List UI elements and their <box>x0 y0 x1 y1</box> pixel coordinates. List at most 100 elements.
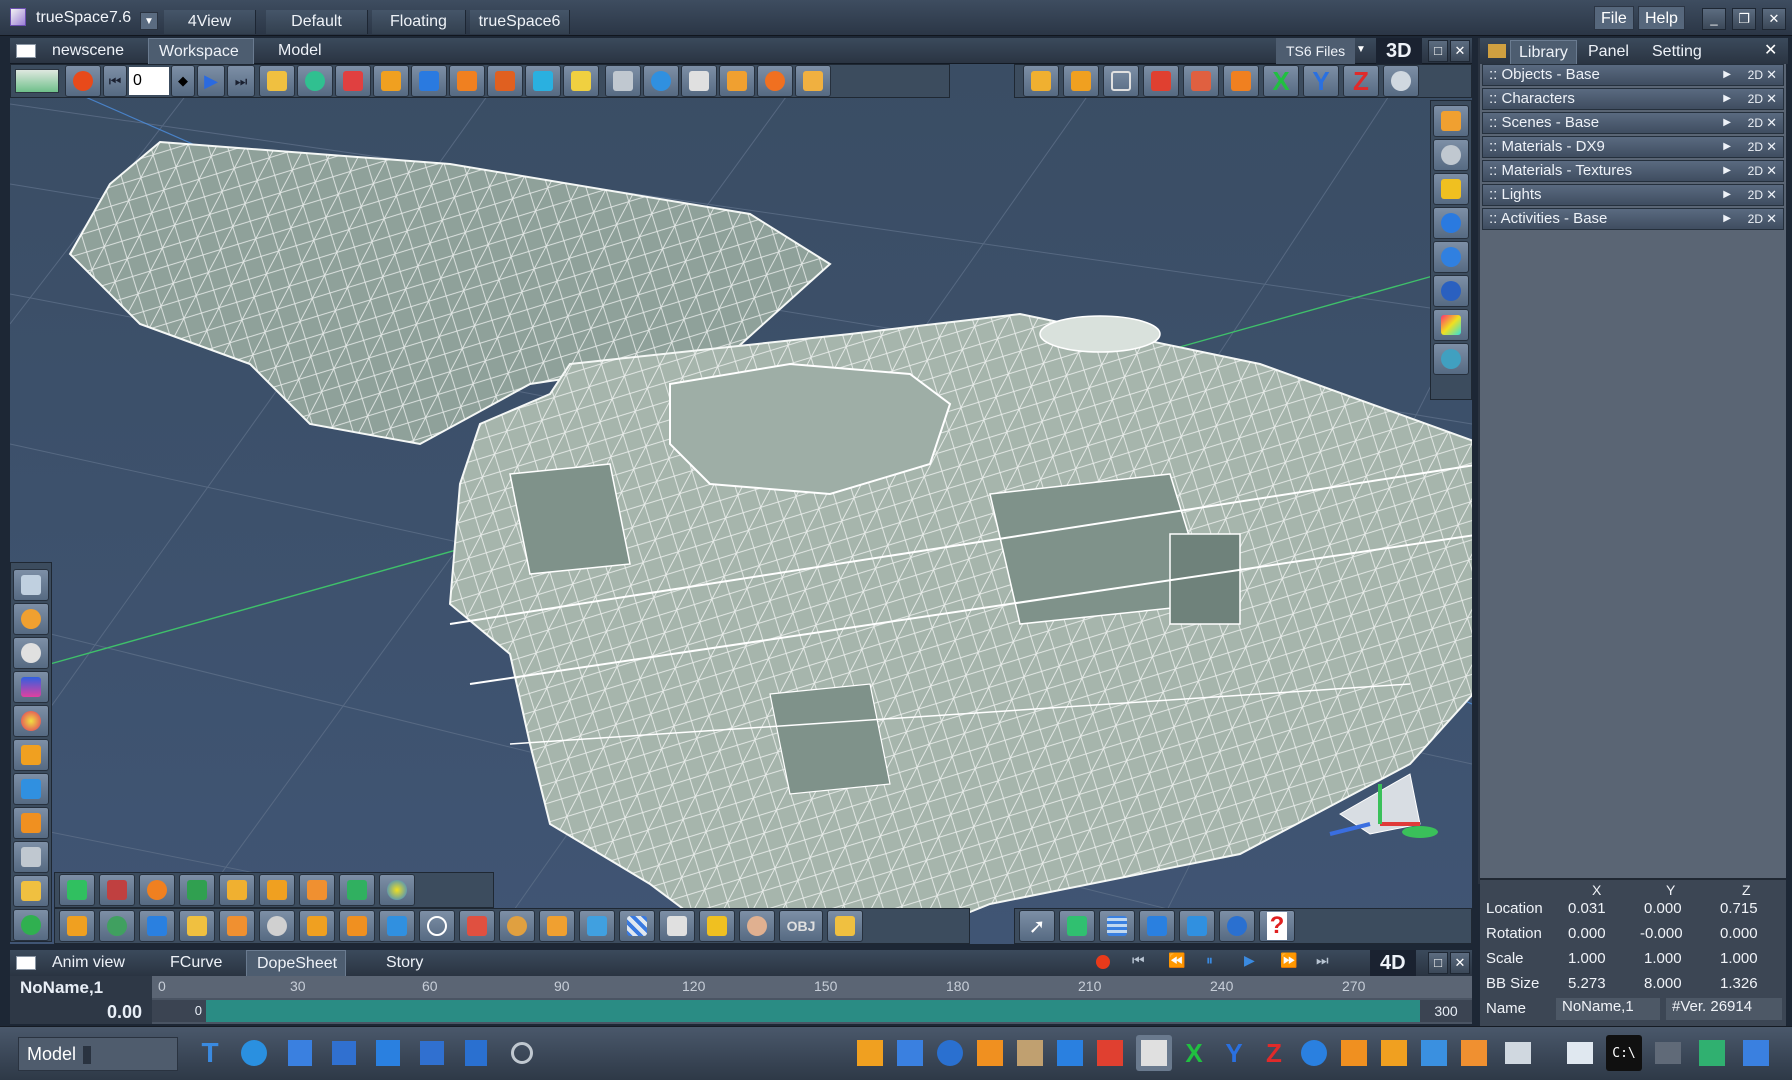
library-item-materials-textures[interactable]: :: Materials - Textures ▶ 2D ✕ <box>1482 160 1784 182</box>
layers-icon[interactable] <box>259 65 295 97</box>
step-back-button[interactable]: ⏮ <box>103 65 127 97</box>
mode-selector[interactable]: Model <box>18 1037 178 1071</box>
render-icon[interactable] <box>449 65 485 97</box>
tab-floating[interactable]: Floating <box>372 10 466 34</box>
primitives-icon[interactable] <box>13 773 49 805</box>
open-box-icon[interactable] <box>219 874 255 906</box>
timeline[interactable]: NoName,1 0.00 0 30 60 90 120 150 180 210… <box>10 976 1472 1024</box>
step-forward-button[interactable]: ⏭ <box>227 65 255 97</box>
color-palette-icon[interactable] <box>1433 309 1469 341</box>
globe-icon[interactable] <box>1433 241 1469 273</box>
eye-icon[interactable] <box>259 910 295 942</box>
location-y[interactable]: 0.000 <box>1644 900 1682 917</box>
expand-arrow-icon[interactable]: ▶ <box>1723 65 1731 85</box>
window-icon[interactable] <box>1562 1035 1598 1071</box>
3d-viewport[interactable]: ⏮ 0 ◆ ▶ ⏭ X Y Z OBJ ➚ ? <box>10 64 1472 944</box>
scale-y[interactable]: 1.000 <box>1644 950 1682 967</box>
molecule-icon[interactable] <box>13 637 49 669</box>
tab-dopesheet[interactable]: DopeSheet <box>246 950 346 976</box>
drop-icon[interactable] <box>1139 910 1175 942</box>
tab-model[interactable]: Model <box>268 38 332 64</box>
expand-arrow-icon[interactable]: ▶ <box>1723 137 1731 157</box>
help-question-icon[interactable]: ? <box>1259 910 1295 942</box>
command-prompt-icon[interactable]: C:\ <box>1606 1035 1642 1071</box>
expand-arrow-icon[interactable]: ▶ <box>1723 89 1731 109</box>
texture-icon[interactable] <box>1456 1035 1492 1071</box>
flag-icon[interactable] <box>459 910 495 942</box>
close-icon[interactable]: ✕ <box>1766 113 1777 133</box>
range-bar[interactable] <box>206 1000 1420 1022</box>
location-z[interactable]: 0.715 <box>1720 900 1758 917</box>
tab-truespace6[interactable]: trueSpace6 <box>470 10 570 34</box>
mode-3d-label[interactable]: 3D <box>1376 38 1422 64</box>
z-axis-icon[interactable]: Z <box>1343 65 1379 97</box>
light-lib-icon[interactable] <box>1433 173 1469 205</box>
lasso-icon[interactable] <box>13 603 49 635</box>
gift-box-icon[interactable] <box>179 874 215 906</box>
ad-icon[interactable] <box>1433 207 1469 239</box>
figure-tool-icon[interactable] <box>1336 1035 1372 1071</box>
view-mode-toggle[interactable]: 2D <box>1748 89 1763 109</box>
monitor-icon[interactable] <box>1500 1035 1536 1071</box>
view-mode-toggle[interactable]: 2D <box>1748 137 1763 157</box>
x-axis-icon[interactable]: X <box>1263 65 1299 97</box>
library-item-objects-base[interactable]: :: Objects - Base ▶ 2D ✕ <box>1482 64 1784 86</box>
status-y-axis-icon[interactable]: Y <box>1216 1035 1252 1071</box>
home-icon[interactable] <box>1143 65 1179 97</box>
bucket-icon[interactable] <box>339 874 375 906</box>
skip-end-icon[interactable]: ⏭ <box>1316 952 1329 969</box>
chevron-down-icon[interactable]: ▼ <box>1356 44 1366 55</box>
package-icon[interactable] <box>13 739 49 771</box>
timeline-ruler[interactable]: 0 30 60 90 120 150 180 210 240 270 <box>152 976 1472 998</box>
obj-import-icon[interactable]: OBJ <box>779 910 823 942</box>
mu-icon[interactable] <box>699 910 735 942</box>
draw-icon[interactable] <box>379 910 415 942</box>
ts6-files-button[interactable]: TS6 Files <box>1276 38 1356 64</box>
help-menu[interactable]: Help <box>1638 6 1685 30</box>
cube-icon[interactable] <box>411 65 447 97</box>
tab-default[interactable]: Default <box>266 10 368 34</box>
home-green-icon[interactable] <box>1092 1035 1128 1071</box>
export-icon[interactable] <box>370 1035 406 1071</box>
tab-4view[interactable]: 4View <box>164 10 256 34</box>
library-item-scenes-base[interactable]: :: Scenes - Base ▶ 2D ✕ <box>1482 112 1784 134</box>
panel-icon[interactable] <box>1012 1035 1048 1071</box>
mode-4d-label[interactable]: 4D <box>1370 950 1416 976</box>
bend-icon[interactable] <box>1179 910 1215 942</box>
screen-icon[interactable] <box>1650 1035 1686 1071</box>
close-icon[interactable]: ✕ <box>1766 161 1777 181</box>
database-icon[interactable] <box>458 1035 494 1071</box>
library-item-lights[interactable]: :: Lights ▶ 2D ✕ <box>1482 184 1784 206</box>
view-mode-toggle[interactable]: 2D <box>1748 209 1763 229</box>
solid-box-icon[interactable] <box>1063 65 1099 97</box>
select-tool-icon[interactable] <box>15 69 59 93</box>
terrain-icon[interactable] <box>1433 343 1469 375</box>
move-tool-icon[interactable] <box>605 65 641 97</box>
axes-tool-icon[interactable] <box>852 1035 888 1071</box>
expand-arrow-icon[interactable]: ▶ <box>1723 113 1731 133</box>
scale-x[interactable]: 1.000 <box>1568 950 1606 967</box>
viewport-canvas[interactable] <box>10 64 1472 944</box>
record-key-icon[interactable] <box>1096 955 1110 969</box>
tube-icon[interactable] <box>299 910 335 942</box>
axis-gizmo-icon[interactable] <box>1136 1035 1172 1071</box>
title-dropdown-button[interactable]: ▼ <box>140 12 158 30</box>
grid-box-icon[interactable] <box>299 874 335 906</box>
grid-icon[interactable] <box>1099 910 1135 942</box>
cone-icon[interactable] <box>13 671 49 703</box>
rewind-icon[interactable]: ⏪ <box>1168 952 1185 969</box>
close-panel-icon[interactable]: ✕ <box>1764 40 1777 60</box>
view-tool-icon[interactable] <box>13 569 49 601</box>
range-start[interactable]: 0 <box>152 1000 206 1022</box>
frame-icon[interactable] <box>1103 65 1139 97</box>
gizmo-tool-icon[interactable] <box>892 1035 928 1071</box>
blue-cube-icon[interactable] <box>1052 1035 1088 1071</box>
save-as-icon[interactable] <box>414 1035 450 1071</box>
text-tool-icon[interactable]: T <box>192 1035 228 1071</box>
close-view-button[interactable]: ✕ <box>1450 40 1470 62</box>
wire-cube-icon[interactable] <box>99 874 135 906</box>
light-icon[interactable] <box>795 65 831 97</box>
sphere-lib-icon[interactable] <box>1433 139 1469 171</box>
lamp-icon[interactable] <box>539 910 575 942</box>
library-item-activities-base[interactable]: :: Activities - Base ▶ 2D ✕ <box>1482 208 1784 230</box>
